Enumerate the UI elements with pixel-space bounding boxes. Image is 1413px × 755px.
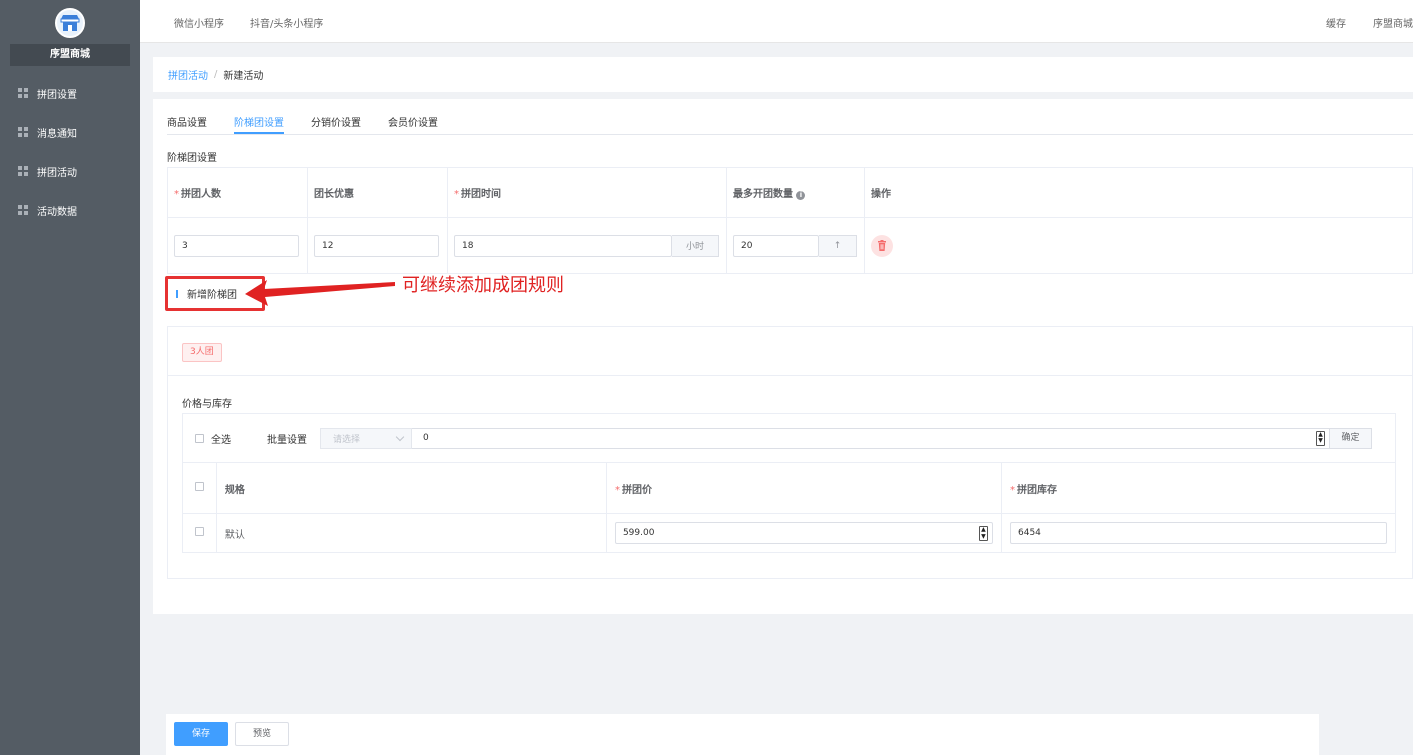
trash-icon bbox=[878, 240, 886, 251]
sidebar-item-label: 活动数据 bbox=[37, 206, 77, 218]
sidebar-item-activity-data[interactable]: 活动数据 bbox=[18, 200, 77, 220]
price-stock-title: 价格与库存 bbox=[182, 399, 232, 410]
chevron-down-icon bbox=[395, 432, 405, 441]
tab-douyin-miniprogram[interactable]: 抖音/头条小程序 bbox=[250, 15, 323, 30]
info-icon[interactable]: i bbox=[796, 191, 806, 200]
sidebar-item-notifications[interactable]: 消息通知 bbox=[18, 122, 77, 142]
settings-tabs: 商品设置 阶梯团设置 分销价设置 会员价设置 bbox=[167, 114, 465, 134]
leader-discount-input[interactable]: 12 bbox=[314, 234, 439, 257]
hours-unit: 小时 bbox=[672, 234, 719, 257]
spinner[interactable]: ▲ ▼ bbox=[1316, 430, 1325, 446]
sidebar-item-label: 拼团设置 bbox=[37, 89, 77, 101]
batch-select[interactable]: 请选择 bbox=[320, 427, 412, 449]
header-checkbox[interactable] bbox=[194, 482, 204, 491]
table-row: 默认 599.00 ▲ ▼ 6454 bbox=[182, 513, 1396, 553]
plus-icon bbox=[176, 289, 178, 298]
column-header: * 拼团时间 bbox=[447, 167, 727, 218]
column-header: 最多开团数量 i bbox=[726, 167, 865, 218]
sidebar-item-label: 拼团活动 bbox=[37, 167, 77, 179]
tabs-divider bbox=[167, 134, 1413, 135]
column-header: 团长优惠 bbox=[307, 167, 448, 218]
sidebar-item-group-activities[interactable]: 拼团活动 bbox=[18, 161, 77, 181]
column-header: * 拼团人数 bbox=[167, 167, 308, 218]
bottom-action-bar: 保存 预览 bbox=[166, 714, 1319, 755]
tab-member-price[interactable]: 会员价设置 bbox=[388, 114, 438, 134]
max-groups-input[interactable]: 20 bbox=[733, 234, 819, 257]
tab-tier-group-settings[interactable]: 阶梯团设置 bbox=[234, 114, 284, 134]
group-price-input[interactable]: 599.00 ▲ ▼ bbox=[614, 522, 993, 544]
tab-distribution-price[interactable]: 分销价设置 bbox=[311, 114, 361, 134]
group-size-input[interactable]: 3 bbox=[174, 234, 299, 257]
top-bar: 微信小程序 抖音/头条小程序 缓存 序盟商城 bbox=[140, 0, 1413, 43]
tab-wechat-miniprogram[interactable]: 微信小程序 bbox=[174, 15, 224, 30]
store-name: 序盟商城 bbox=[10, 44, 130, 66]
spinner[interactable]: ▲ ▼ bbox=[978, 526, 988, 541]
annotation-arrow-icon bbox=[245, 280, 395, 306]
select-all-label: 全选 bbox=[211, 434, 231, 446]
breadcrumb-separator: / bbox=[214, 69, 218, 80]
main-panel: 商品设置 阶梯团设置 分销价设置 会员价设置 阶梯团设置 * 拼团人数 团长优惠 … bbox=[153, 99, 1413, 614]
batch-value-input[interactable]: 0 ▲ ▼ bbox=[412, 427, 1330, 449]
select-all-checkbox[interactable] bbox=[195, 433, 204, 443]
spec-name: 默认 bbox=[215, 513, 607, 553]
store-switch[interactable]: 序盟商城 bbox=[1373, 15, 1413, 30]
price-stock-table: 全选 批量设置 请选择 0 ▲ ▼ 确定 规格 * 拼团价 * 拼团库存 默认 … bbox=[182, 413, 1396, 553]
group-size-tag[interactable]: 3人团 bbox=[182, 343, 222, 362]
save-button[interactable]: 保存 bbox=[174, 722, 228, 746]
sidebar-item-label: 消息通知 bbox=[37, 128, 77, 140]
column-header: 操作 bbox=[864, 167, 1413, 218]
column-header-group-price: * 拼团价 bbox=[605, 462, 1003, 514]
card-divider bbox=[168, 375, 1412, 376]
batch-settings-label: 批量设置 bbox=[267, 434, 307, 446]
tier-table: * 拼团人数 团长优惠 * 拼团时间 最多开团数量 i 操作 3 12 18 小时 … bbox=[167, 167, 1413, 274]
column-header-group-stock: * 拼团库存 bbox=[1001, 462, 1396, 514]
breadcrumb-current: 新建活动 bbox=[223, 71, 264, 82]
grid-icon bbox=[18, 127, 28, 137]
grid-icon bbox=[18, 205, 28, 215]
group-price-card: 3人团 价格与库存 全选 批量设置 请选择 0 ▲ ▼ 确定 规格 * 拼团价 … bbox=[167, 326, 1413, 579]
breadcrumb: 拼团活动 / 新建活动 bbox=[153, 57, 1413, 92]
add-tier-label: 新增阶梯团 bbox=[187, 290, 237, 301]
breadcrumb-parent-link[interactable]: 拼团活动 bbox=[168, 67, 208, 82]
grid-icon bbox=[18, 88, 28, 98]
confirm-button[interactable]: 确定 bbox=[1330, 427, 1372, 449]
row-checkbox[interactable] bbox=[194, 527, 204, 536]
table-row: 3 12 18 小时 20 ↑ bbox=[167, 217, 1413, 274]
annotation-text: 可继续添加成团规则 bbox=[402, 275, 564, 296]
preview-button[interactable]: 预览 bbox=[235, 722, 289, 746]
store-logo-icon bbox=[55, 8, 85, 38]
group-time-input[interactable]: 18 bbox=[454, 234, 672, 257]
grid-icon bbox=[18, 166, 28, 176]
tab-product-settings[interactable]: 商品设置 bbox=[167, 114, 207, 134]
cache-button[interactable]: 缓存 bbox=[1326, 15, 1346, 30]
sidebar: 序盟商城 拼团设置 消息通知 拼团活动 活动数据 bbox=[0, 0, 140, 755]
sidebar-item-group-settings[interactable]: 拼团设置 bbox=[18, 83, 77, 103]
column-header-spec: 规格 bbox=[215, 462, 607, 514]
delete-tier-button[interactable] bbox=[871, 234, 893, 257]
increment-button[interactable]: ↑ bbox=[819, 234, 857, 257]
tier-section-title: 阶梯团设置 bbox=[167, 153, 217, 164]
group-stock-input[interactable]: 6454 bbox=[1010, 522, 1387, 544]
